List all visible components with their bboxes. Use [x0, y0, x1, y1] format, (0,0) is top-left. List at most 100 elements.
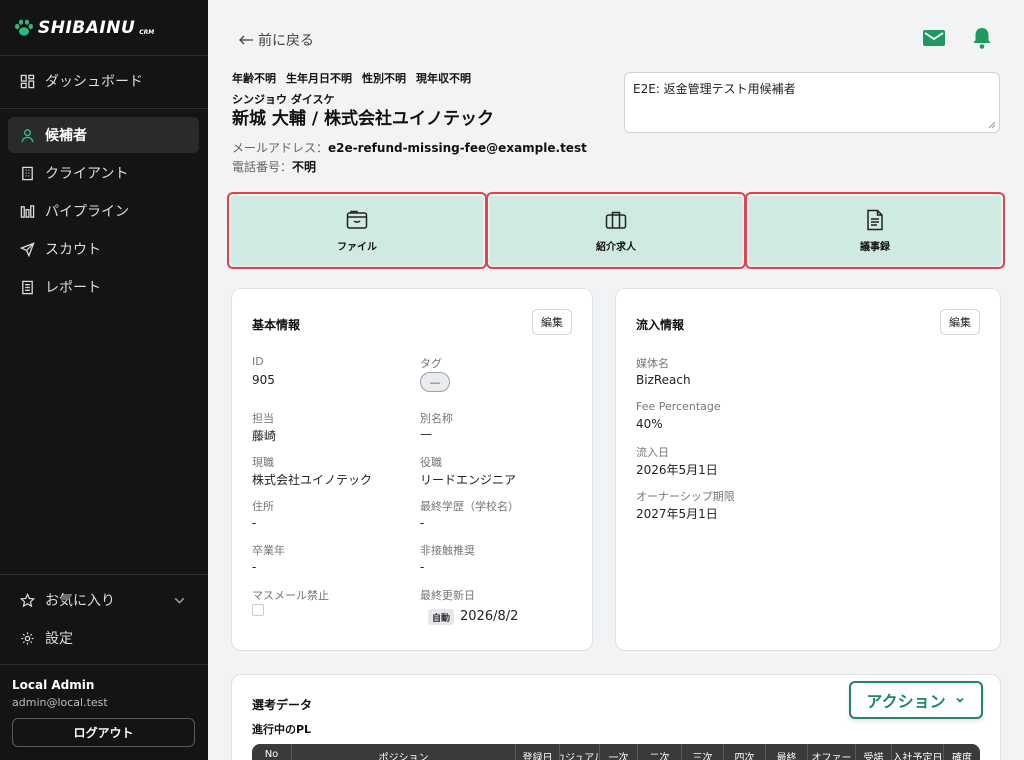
column-header[interactable]: オファー — [808, 744, 856, 760]
sidebar-item-dashboard[interactable]: ダッシュボード — [8, 63, 199, 99]
updated-value: 2026/8/2 — [460, 609, 519, 624]
divider — [0, 55, 208, 56]
tile-files[interactable]: ファイル — [227, 192, 487, 269]
education-label: 最終学歴（学校名） — [420, 500, 519, 513]
inflow-info-card: 流入情報 編集 媒体名 BizReach Fee Percentage 40% … — [615, 288, 1001, 651]
inflow-date-label: 流入日 — [636, 446, 669, 459]
address-label: 住所 — [252, 500, 274, 513]
column-header[interactable]: 確度 — [944, 744, 980, 760]
annual-income: 現年収不明 — [416, 72, 471, 85]
sidebar-item-label: ダッシュボード — [45, 74, 143, 90]
sidebar-item-settings[interactable]: 設定 — [8, 620, 199, 656]
tile-minutes[interactable]: 議事録 — [745, 192, 1005, 269]
dashboard-icon — [20, 74, 35, 88]
selection-title: 選考データ — [252, 698, 313, 712]
star-icon — [20, 592, 35, 607]
mass-mail-checkbox[interactable] — [252, 604, 264, 616]
sidebar-item-pipeline[interactable]: パイプライン — [8, 193, 199, 229]
alias-label: 別名称 — [420, 412, 453, 425]
logo[interactable]: SHIBAINU CRM — [14, 16, 154, 40]
ownership-value: 2027年5月1日 — [636, 507, 718, 521]
column-header[interactable]: No — [252, 744, 292, 760]
mass-mail-label: マスメール禁止 — [252, 589, 329, 602]
sidebar-item-label: 設定 — [45, 631, 73, 647]
logo-sub: CRM — [139, 28, 155, 36]
tile-files-label: ファイル — [337, 242, 377, 253]
back-link[interactable]: 前に戻る — [238, 30, 314, 50]
tile-referred-jobs-label: 紹介求人 — [596, 242, 636, 253]
grad-year-label: 卒業年 — [252, 544, 285, 557]
age: 年齢不明 — [232, 72, 276, 85]
id-label: ID — [252, 355, 264, 368]
column-header[interactable]: 四次 — [724, 744, 766, 760]
memo-text: E2E: 返金管理テスト用候補者 — [633, 82, 796, 96]
paw-icon — [15, 19, 33, 36]
sidebar-item-label: クライアント — [45, 166, 129, 182]
candidate-name: 新城 大輔 / 株式会社ユイノテック — [232, 109, 494, 129]
resize-grip-icon[interactable] — [988, 121, 996, 129]
logo-text: SHIBAINU — [38, 18, 136, 38]
inflow-info-edit-button[interactable]: 編集 — [940, 309, 980, 335]
column-header[interactable]: 一次 — [600, 744, 638, 760]
column-header[interactable]: 受諾 — [856, 744, 892, 760]
tag-label: タグ — [420, 357, 442, 370]
divider — [0, 574, 208, 575]
column-header[interactable]: 三次 — [682, 744, 724, 760]
card-title: 流入情報 — [636, 318, 685, 332]
sidebar-item-favorites[interactable]: お気に入り — [8, 582, 199, 618]
inflow-date-value: 2026年5月1日 — [636, 463, 718, 477]
id-value: 905 — [252, 373, 275, 387]
owner-value: 藤崎 — [252, 429, 277, 443]
column-header[interactable]: 入社予定日 — [892, 744, 944, 760]
no-contact-value: - — [420, 560, 425, 574]
chevron-down-icon — [955, 697, 964, 703]
sidebar-item-candidates[interactable]: 候補者 — [8, 117, 199, 153]
tile-minutes-body[interactable]: 議事録 — [749, 196, 1001, 265]
bar-chart-icon — [20, 204, 35, 218]
briefcase-icon — [605, 211, 627, 229]
memo-textarea[interactable]: E2E: 返金管理テスト用候補者 — [624, 72, 1000, 133]
sidebar-item-clients[interactable]: クライアント — [8, 155, 199, 191]
sidebar-item-reports[interactable]: レポート — [8, 269, 199, 305]
updated-label: 最終更新日 — [420, 589, 475, 602]
action-label: アクション — [866, 692, 946, 711]
send-icon — [20, 241, 35, 257]
email-row: メールアドレス：e2e-refund-missing-fee@example.t… — [232, 139, 587, 156]
mail-icon[interactable] — [922, 26, 946, 50]
building-icon — [22, 166, 33, 180]
media-value: BizReach — [636, 373, 691, 387]
bell-icon[interactable] — [970, 26, 994, 50]
basic-info-edit-button[interactable]: 編集 — [532, 309, 572, 335]
fee-label: Fee Percentage — [636, 400, 721, 413]
document-icon — [867, 209, 883, 231]
user-email: admin@local.test — [12, 696, 108, 709]
logout-button[interactable]: ログアウト — [12, 718, 195, 747]
sidebar-item-label: パイプライン — [45, 204, 129, 220]
grad-year-value: - — [252, 560, 257, 574]
sidebar-item-scout[interactable]: スカウト — [8, 231, 199, 267]
column-header[interactable]: 二次 — [638, 744, 682, 760]
person-icon — [21, 128, 34, 142]
column-header[interactable]: ポジション — [292, 744, 516, 760]
column-header[interactable]: 最終 — [766, 744, 808, 760]
tile-files-body[interactable]: ファイル — [231, 196, 483, 265]
tag-pill[interactable]: — — [420, 372, 450, 392]
pipeline-table-header: No ポジション 登録日 カジュアル 一次 二次 三次 四次 最終 オファー 受… — [252, 744, 980, 760]
sidebar-item-label: スカウト — [45, 242, 101, 258]
folder-icon — [346, 210, 368, 229]
selection-subtitle: 進行中のPL — [252, 723, 312, 736]
column-header[interactable]: 登録日 — [516, 744, 560, 760]
sidebar-item-label: 候補者 — [45, 128, 87, 144]
alias-value: — — [420, 427, 432, 441]
tile-referred-jobs-body[interactable]: 紹介求人 — [490, 196, 742, 265]
phone-row: 電話番号：不明 — [232, 158, 316, 175]
arrow-left-icon — [239, 35, 253, 45]
tile-referred-jobs[interactable]: 紹介求人 — [486, 192, 746, 269]
candidate-meta: 年齢不明 生年月日不明 性別不明 現年収不明 — [232, 70, 471, 86]
action-button[interactable]: アクション — [849, 681, 983, 719]
divider — [0, 108, 208, 109]
chevron-down-icon — [174, 597, 185, 604]
current-job-label: 現職 — [252, 456, 274, 469]
phone-label: 電話番号： — [232, 160, 293, 174]
column-header[interactable]: カジュアル — [560, 744, 600, 760]
